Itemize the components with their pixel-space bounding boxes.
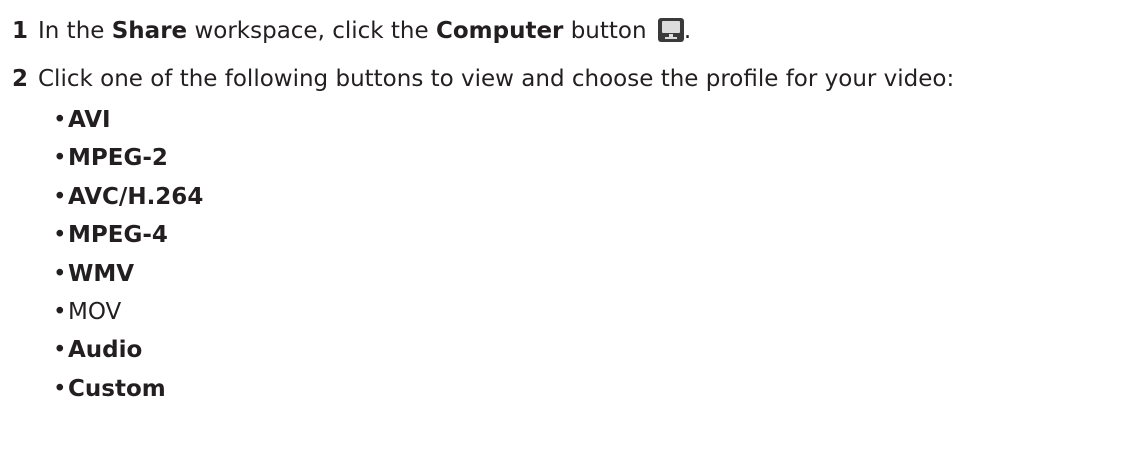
format-list: •AVI •MPEG-2 •AVC/H.264 •MPEG-4 •WMV •MO…: [53, 101, 203, 408]
format-label: Audio: [68, 337, 143, 364]
step-text: In the: [38, 18, 112, 44]
format-item-mpeg-2: •MPEG-2: [53, 139, 203, 177]
bullet: •: [53, 337, 67, 364]
step-number: 1: [12, 18, 29, 44]
bullet: •: [53, 107, 67, 133]
step-text: Click one of the following buttons to vi…: [38, 66, 955, 92]
format-item-avi: •AVI: [53, 101, 203, 139]
step-text: button: [563, 18, 647, 44]
computer-button-label: Computer: [435, 18, 564, 44]
format-label: MOV: [68, 298, 122, 325]
format-item-custom: •Custom: [53, 370, 203, 408]
format-item-wmv: •WMV: [53, 255, 203, 293]
format-label: AVI: [68, 107, 111, 133]
step-number: 2: [12, 66, 29, 92]
bullet: •: [53, 260, 67, 287]
step-text: workspace, click the: [187, 18, 436, 44]
share-workspace-label: Share: [111, 18, 188, 44]
format-label: AVC/H.264: [68, 183, 204, 210]
format-item-mpeg-4: •MPEG-4: [53, 216, 203, 254]
step-2: 2 Click one of the following buttons to v…: [12, 64, 954, 94]
format-label: MPEG-4: [68, 222, 168, 249]
format-item-mov: •MOV: [53, 293, 203, 331]
bullet: •: [53, 183, 67, 210]
step-1: 1 In the Share workspace, click the Compu…: [12, 16, 691, 46]
format-label: MPEG-2: [68, 145, 168, 172]
format-item-audio: •Audio: [53, 331, 203, 369]
bullet: •: [53, 298, 67, 325]
format-label: Custom: [68, 375, 166, 402]
bullet: •: [53, 145, 67, 172]
bullet: •: [53, 222, 67, 249]
bullet: •: [53, 375, 67, 402]
format-item-avc-h264: •AVC/H.264: [53, 178, 203, 216]
format-label: WMV: [68, 260, 135, 287]
computer-icon: [657, 18, 684, 42]
step-end: .: [683, 18, 692, 44]
